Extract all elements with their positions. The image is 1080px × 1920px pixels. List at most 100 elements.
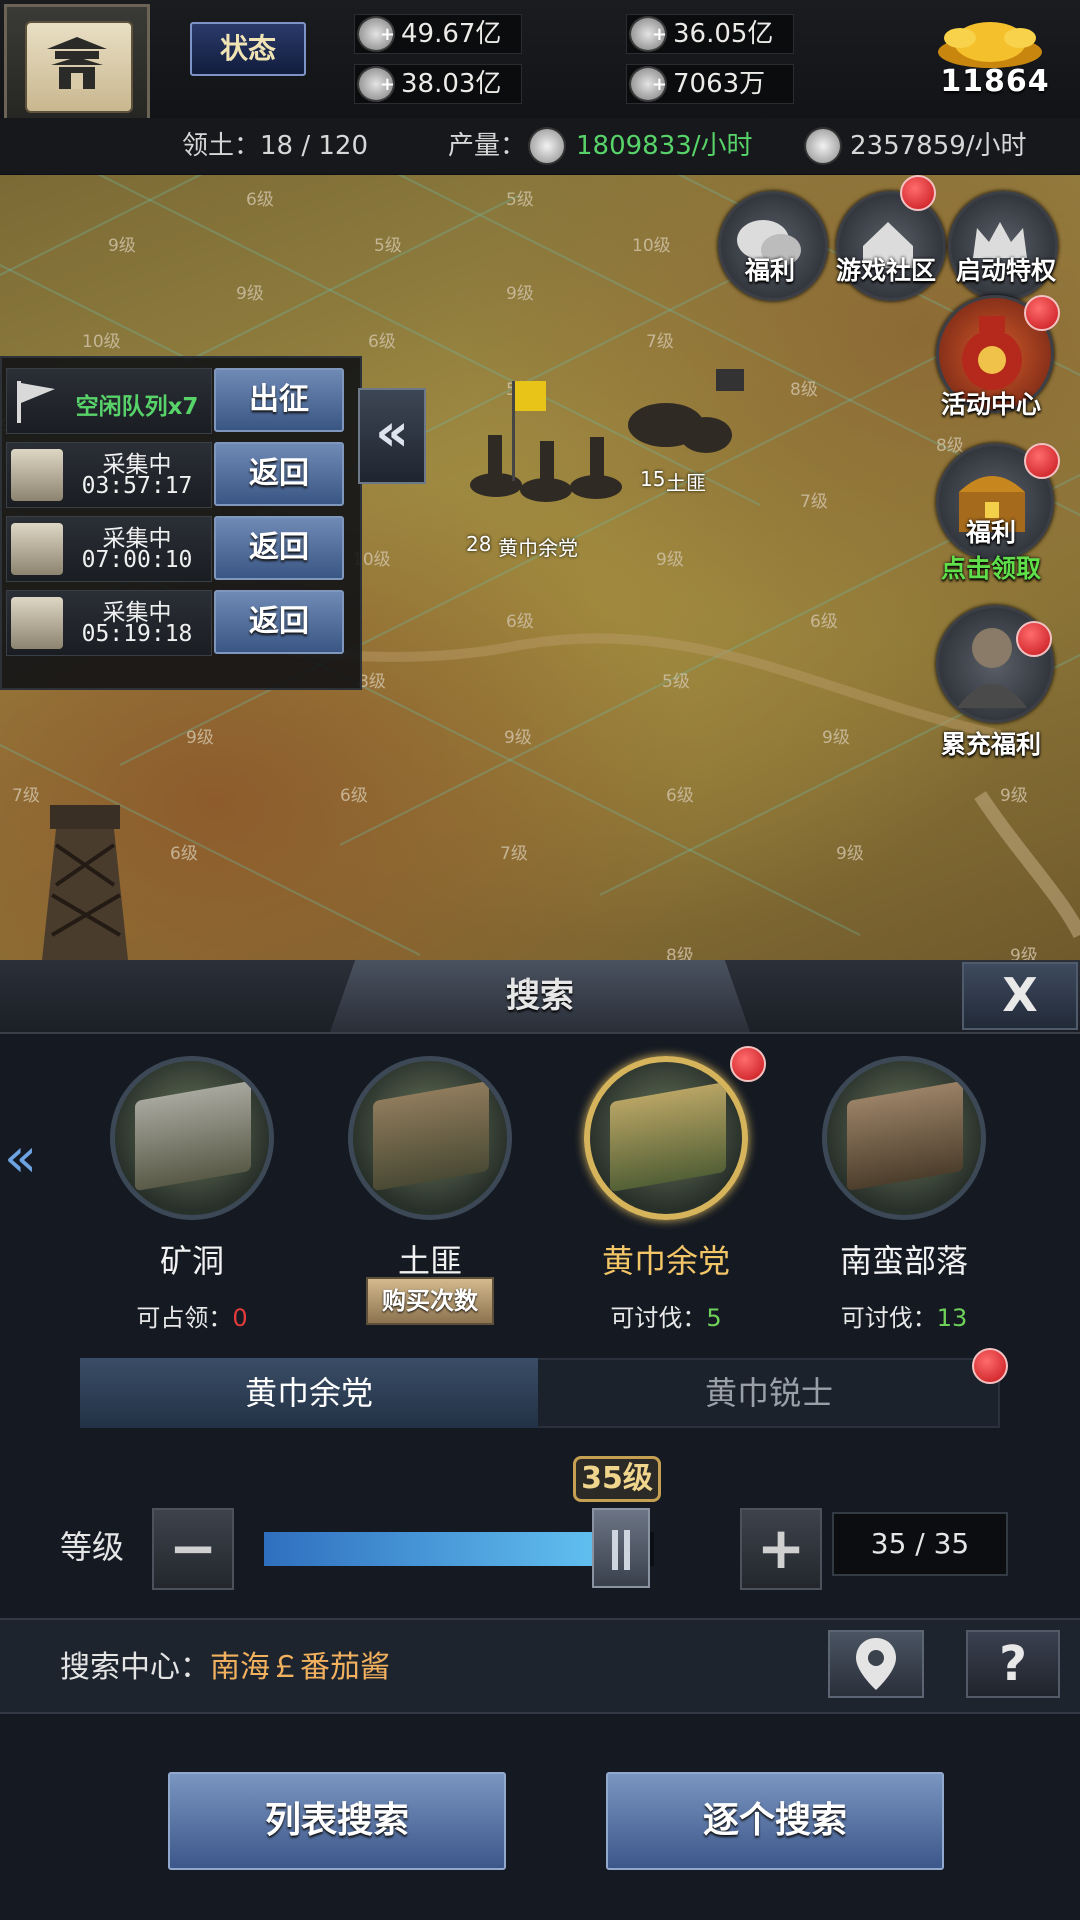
map-pin-icon xyxy=(856,1638,896,1690)
activity-center-label: 活动中心 xyxy=(940,390,1041,419)
army-level: 28 xyxy=(466,532,492,556)
tile-label: 7级 xyxy=(500,844,528,864)
copper-value: 7063万 xyxy=(673,69,766,99)
target-yellow-turban[interactable]: 黄巾余党 可讨伐：5 xyxy=(566,1056,766,1333)
army-units-icon[interactable] xyxy=(456,365,756,525)
target-mine[interactable]: 矿洞 可占领：0 xyxy=(92,1056,292,1333)
availability-label: 可占领： xyxy=(136,1304,233,1332)
tile-label: 9级 xyxy=(506,284,534,304)
pickaxe-icon xyxy=(11,523,63,575)
army-name[interactable]: 黄巾余党 xyxy=(498,532,578,561)
return-button[interactable]: 返回 xyxy=(214,590,344,654)
minus-icon: − xyxy=(168,1514,218,1582)
tile-label: 6级 xyxy=(506,612,534,632)
nanman-tribe-icon xyxy=(822,1056,986,1220)
tile-label: 8级 xyxy=(790,380,818,400)
coin-production-value: 2357859/小时 xyxy=(850,131,1027,161)
availability-count: 0 xyxy=(232,1304,248,1332)
tile-label: 5级 xyxy=(374,236,402,256)
single-search-button[interactable]: 逐个搜索 xyxy=(606,1772,944,1870)
gold-ingot-icon[interactable] xyxy=(930,12,1050,72)
pavilion-icon xyxy=(47,37,107,89)
level-badge: 35级 xyxy=(573,1456,661,1502)
target-name: 黄巾余党 xyxy=(601,1242,730,1280)
tile-label: 9级 xyxy=(1010,946,1038,960)
status-button[interactable]: 状态 xyxy=(190,22,306,76)
idle-queue-info: 空闲队列x7 xyxy=(6,368,212,434)
level-slider-fill xyxy=(264,1532,628,1566)
availability-count: 13 xyxy=(936,1304,968,1332)
search-center-value: 南海￡番茄酱 xyxy=(210,1650,390,1685)
target-name: 南蛮部落 xyxy=(839,1242,968,1280)
scroll-left-arrow-icon[interactable]: « xyxy=(4,1108,40,1208)
availability-label: 可讨伐： xyxy=(840,1304,937,1332)
notification-dot xyxy=(972,1348,1008,1384)
grain-value: 49.67亿 xyxy=(401,19,502,49)
collapse-queue-button[interactable]: « xyxy=(358,388,426,484)
dispatch-button[interactable]: 出征 xyxy=(214,368,344,432)
tile-label: 9级 xyxy=(656,550,684,570)
stone-resource[interactable]: 38.03亿 xyxy=(354,64,522,104)
target-bandits[interactable]: 土匪 xyxy=(330,1056,530,1282)
availability-count: 5 xyxy=(706,1304,722,1332)
target-availability: 可讨伐：13 xyxy=(804,1298,1004,1333)
close-icon: X xyxy=(1002,968,1038,1022)
tile-label: 7级 xyxy=(800,492,828,512)
territory-text: 领土：18 / 120 xyxy=(182,131,368,161)
bandit-camp-icon xyxy=(348,1056,512,1220)
gather-timer: 07:00:10 xyxy=(81,547,193,573)
search-center: 搜索中心：南海￡番茄酱 xyxy=(60,1642,390,1686)
target-nanman[interactable]: 南蛮部落 可讨伐：13 xyxy=(804,1056,1004,1333)
level-increase-button[interactable]: + xyxy=(740,1508,822,1590)
tile-label: 6级 xyxy=(246,190,274,210)
search-center-label: 搜索中心： xyxy=(60,1650,210,1685)
coin-production-icon xyxy=(806,129,840,163)
double-chevron-left-icon: « xyxy=(375,403,409,463)
notification-dot xyxy=(900,175,936,211)
tile-label: 6级 xyxy=(810,612,838,632)
tile-label: 7级 xyxy=(646,332,674,352)
army-name[interactable]: 土匪 xyxy=(666,467,706,496)
tile-label: 9级 xyxy=(1000,786,1028,806)
grain-production-value: 1809833/小时 xyxy=(576,131,753,161)
tile-label: 6级 xyxy=(666,786,694,806)
grain-resource[interactable]: 49.67亿 xyxy=(354,14,522,54)
tile-label: 9级 xyxy=(836,844,864,864)
target-availability: 可讨伐：5 xyxy=(566,1298,766,1333)
march-queue-panel: 空闲队列x7 出征 采集中 03:57:17 返回 采集中 07:00:10 返… xyxy=(0,356,362,690)
idle-queue-row: 空闲队列x7 出征 xyxy=(6,366,354,436)
locate-button[interactable] xyxy=(828,1630,924,1698)
level-slider-thumb[interactable] xyxy=(592,1508,650,1588)
level-decrease-button[interactable]: − xyxy=(152,1508,234,1590)
list-search-button[interactable]: 列表搜索 xyxy=(168,1772,506,1870)
panel-title: 搜索 xyxy=(506,976,574,1016)
iron-value: 36.05亿 xyxy=(673,19,774,49)
grain-production-icon xyxy=(530,129,564,163)
tab-yellow-turban-remnants[interactable]: 黄巾余党 xyxy=(80,1358,538,1428)
return-button[interactable]: 返回 xyxy=(214,442,344,506)
notification-dot xyxy=(1024,295,1060,331)
watchtower-icon[interactable] xyxy=(10,785,160,960)
launch-privilege-label: 启动特权 xyxy=(955,256,1056,285)
iron-resource[interactable]: 36.05亿 xyxy=(626,14,794,54)
tile-label: 6级 xyxy=(368,332,396,352)
level-label: 等级 xyxy=(60,1528,125,1566)
target-name: 土匪 xyxy=(397,1242,462,1280)
gold-value: 11864 xyxy=(940,64,1050,99)
close-button[interactable]: X xyxy=(962,962,1078,1030)
buy-attempts-button[interactable]: 购买次数 xyxy=(366,1277,494,1325)
tab-yellow-turban-elite[interactable]: 黄巾锐士 xyxy=(540,1358,998,1428)
production-label: 产量： xyxy=(448,131,527,161)
help-button[interactable]: ? xyxy=(966,1630,1060,1698)
gather-queue-row: 采集中 07:00:10 返回 xyxy=(6,514,354,584)
army-level: 15 xyxy=(640,467,666,491)
gather-queue-row: 采集中 05:19:18 返回 xyxy=(6,588,354,658)
plus-icon: + xyxy=(756,1514,806,1582)
return-button[interactable]: 返回 xyxy=(214,516,344,580)
tile-label: 10级 xyxy=(632,236,671,256)
tile-label: 9级 xyxy=(186,728,214,748)
treasure-chest-label: 福利 xyxy=(965,518,1016,547)
claim-hint[interactable]: 点击领取 xyxy=(916,549,1066,585)
tile-label: 8级 xyxy=(358,672,386,692)
copper-resource[interactable]: 7063万 xyxy=(626,64,794,104)
